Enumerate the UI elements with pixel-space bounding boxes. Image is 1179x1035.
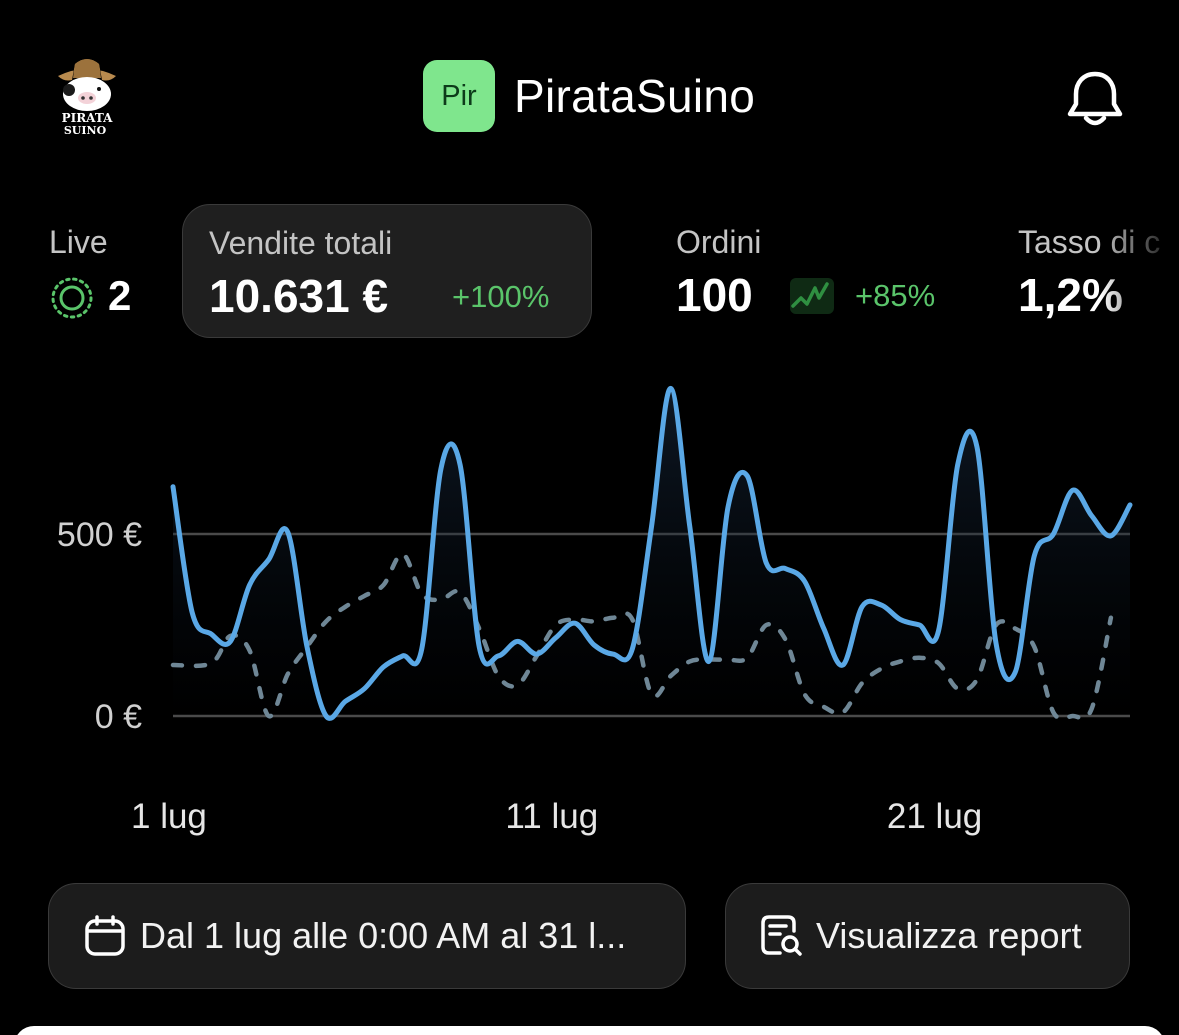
x-tick-label: 1 lug xyxy=(131,797,207,836)
store-name: PirataSuino xyxy=(514,70,756,122)
bell-icon[interactable] xyxy=(1062,66,1128,132)
metrics-row: Live 2 Vendite totali 10.631 € +100% Ord… xyxy=(0,204,1179,338)
chart-canvas: 0 € 500 € 1 lug 11 lug 21 lug xyxy=(57,385,1133,836)
scroll-fade xyxy=(1100,204,1179,338)
view-report-button[interactable]: Visualizza report xyxy=(725,883,1130,989)
metric-sales-label: Vendite totali xyxy=(209,225,393,261)
view-report-label: Visualizza report xyxy=(816,915,1082,956)
x-tick-label: 11 lug xyxy=(505,797,598,836)
store-badge: Pir xyxy=(423,60,495,132)
metric-sales-value: 10.631 € xyxy=(209,270,389,322)
x-tick-label: 21 lug xyxy=(887,797,982,836)
metric-orders-value: 100 xyxy=(676,269,753,321)
y-tick-label: 500 € xyxy=(57,516,142,554)
store-switcher[interactable]: Pir PirataSuino xyxy=(423,60,755,132)
sparkline-icon xyxy=(790,278,834,314)
logo-text-line2: SUINO xyxy=(64,124,107,137)
y-tick-label: 0 € xyxy=(95,698,142,736)
metric-sales-card[interactable]: Vendite totali 10.631 € +100% xyxy=(182,204,592,338)
metric-orders-label: Ordini xyxy=(676,224,762,260)
pirata-suino-logo: PIRATA SUINO xyxy=(52,52,122,142)
report-search-icon xyxy=(761,915,802,956)
metric-live-value: 2 xyxy=(108,272,132,319)
logo-text-line1: PIRATA xyxy=(62,111,114,125)
bottom-sheet[interactable] xyxy=(14,1026,1165,1035)
date-range-button[interactable]: Dal 1 lug alle 0:00 AM al 31 l... xyxy=(48,883,686,989)
sales-chart[interactable]: 0 € 500 € 1 lug 11 lug 21 lug xyxy=(0,370,1179,850)
date-range-label: Dal 1 lug alle 0:00 AM al 31 l... xyxy=(140,915,627,956)
metric-orders-delta: +85% xyxy=(855,278,936,313)
metric-live-label: Live xyxy=(49,224,108,260)
calendar-icon xyxy=(85,915,125,956)
live-pulse-icon xyxy=(51,277,93,319)
metric-sales-delta: +100% xyxy=(452,279,550,314)
